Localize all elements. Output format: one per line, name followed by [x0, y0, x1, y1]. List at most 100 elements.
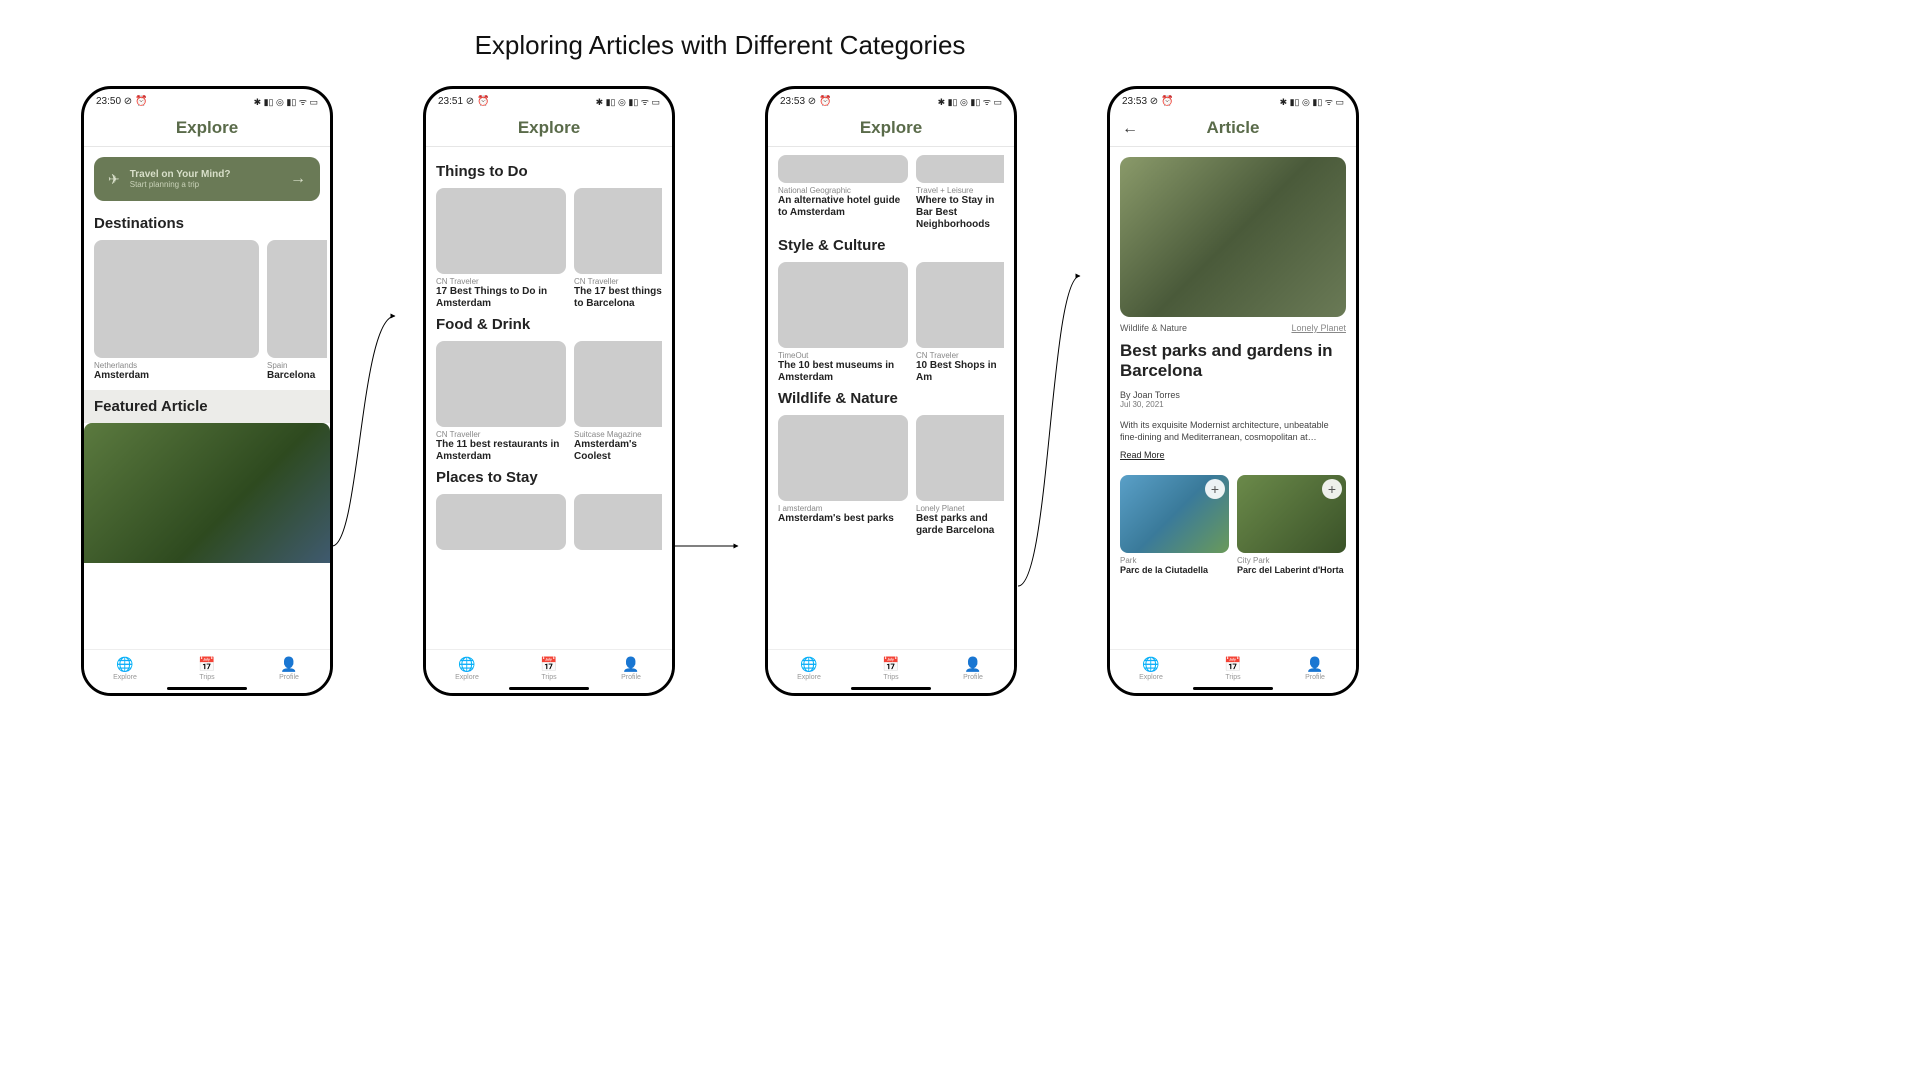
- calendar-icon: 📅: [166, 656, 248, 673]
- destination-card[interactable]: Netherlands Amsterdam: [94, 240, 259, 382]
- article-title: Amsterdam's best parks: [778, 513, 908, 525]
- article-image: [574, 188, 662, 274]
- destination-card[interactable]: Spain Barcelona: [267, 240, 327, 382]
- nav-profile[interactable]: 👤Profile: [590, 650, 672, 685]
- article-title: An alternative hotel guide to Amsterdam: [778, 195, 908, 219]
- article-source: CN Traveller: [574, 277, 662, 286]
- article-image: [436, 188, 566, 274]
- status-bar: 23:51 ⊘ ⏰ ✱ ▮▯ ◎ ▮▯ ᯤ ▭: [426, 89, 672, 112]
- phone-screen-1: 23:50 ⊘ ⏰ ✱ ▮▯ ◎ ▮▯ ᯤ ▭ Explore ✈ Travel…: [81, 86, 333, 696]
- article-card[interactable]: Lonely Planet Best parks and garde Barce…: [916, 415, 1004, 537]
- section-style-culture: Style & Culture: [778, 237, 1004, 254]
- nav-explore[interactable]: 🌐Explore: [1110, 650, 1192, 685]
- place-name: Parc del Laberint d'Horta: [1237, 565, 1346, 575]
- article-image: [574, 341, 662, 427]
- article-image: [778, 155, 908, 183]
- nav-trips[interactable]: 📅Trips: [508, 650, 590, 685]
- destination-country: Spain: [267, 361, 327, 370]
- globe-icon: 🌐: [84, 656, 166, 673]
- destination-image: [94, 240, 259, 358]
- section-food-drink: Food & Drink: [436, 316, 662, 333]
- article-source: Lonely Planet: [916, 504, 1004, 513]
- destination-city: Barcelona: [267, 370, 327, 382]
- header-title: Explore: [426, 118, 672, 138]
- section-featured: Featured Article: [94, 398, 320, 415]
- place-type: City Park: [1237, 556, 1346, 565]
- nav-profile[interactable]: 👤Profile: [932, 650, 1014, 685]
- section-things-to-do: Things to Do: [436, 163, 662, 180]
- place-type: Park: [1120, 556, 1229, 565]
- nav-explore[interactable]: 🌐Explore: [768, 650, 850, 685]
- article-title: Best parks and garde Barcelona: [916, 513, 1004, 537]
- article-card[interactable]: TimeOut The 10 best museums in Amsterdam: [778, 262, 908, 384]
- promo-title: Travel on Your Mind?: [130, 169, 280, 180]
- article-title: The 10 best museums in Amsterdam: [778, 360, 908, 384]
- article-card[interactable]: CN Traveler 17 Best Things to Do in Amst…: [436, 188, 566, 310]
- nav-profile[interactable]: 👤 Profile: [248, 650, 330, 685]
- article-source: CN Traveler: [436, 277, 566, 286]
- article-source-link[interactable]: Lonely Planet: [1291, 323, 1346, 333]
- nav-trips[interactable]: 📅 Trips: [166, 650, 248, 685]
- place-card[interactable]: + City Park Parc del Laberint d'Horta: [1237, 475, 1346, 575]
- home-indicator: [509, 687, 589, 690]
- article-image: [574, 494, 662, 550]
- phone-screen-3: 23:53 ⊘ ⏰ ✱ ▮▯ ◎ ▮▯ ᯤ ▭ Explore National…: [765, 86, 1017, 696]
- back-button[interactable]: ←: [1122, 120, 1138, 138]
- destination-image: [267, 240, 327, 358]
- article-card[interactable]: I amsterdam Amsterdam's best parks: [778, 415, 908, 537]
- bottom-nav: 🌐Explore 📅Trips 👤Profile: [768, 649, 1014, 693]
- header-title: Article: [1110, 118, 1356, 138]
- destination-country: Netherlands: [94, 361, 259, 370]
- article-card[interactable]: Travel + Leisure Where to Stay in Bar Be…: [916, 155, 1004, 231]
- app-header: Explore: [768, 112, 1014, 147]
- bottom-nav: 🌐Explore 📅Trips 👤Profile: [426, 649, 672, 693]
- article-image: [916, 155, 1004, 183]
- header-title: Explore: [84, 118, 330, 138]
- header-title: Explore: [768, 118, 1014, 138]
- phone-screen-2: 23:51 ⊘ ⏰ ✱ ▮▯ ◎ ▮▯ ᯤ ▭ Explore Things t…: [423, 86, 675, 696]
- status-bar: 23:53 ⊘ ⏰ ✱ ▮▯ ◎ ▮▯ ᯤ ▭: [1110, 89, 1356, 112]
- article-card[interactable]: CN Traveller The 17 best things to Barce…: [574, 188, 662, 310]
- promo-subtitle: Start planning a trip: [130, 180, 280, 189]
- place-card[interactable]: + Park Parc de la Ciutadella: [1120, 475, 1229, 575]
- nav-trips[interactable]: 📅Trips: [1192, 650, 1274, 685]
- article-title: The 17 best things to Barcelona: [574, 286, 662, 310]
- app-header: Explore: [426, 112, 672, 147]
- article-title: Amsterdam's Coolest: [574, 439, 662, 463]
- paper-plane-icon: ✈: [108, 171, 120, 188]
- home-indicator: [167, 687, 247, 690]
- article-card[interactable]: Suitcase Magazine Amsterdam's Coolest: [574, 341, 662, 463]
- article-source: I amsterdam: [778, 504, 908, 513]
- article-card[interactable]: National Geographic An alternative hotel…: [778, 155, 908, 231]
- nav-trips[interactable]: 📅Trips: [850, 650, 932, 685]
- bottom-nav: 🌐 Explore 📅 Trips 👤 Profile: [84, 649, 330, 693]
- article-source: Suitcase Magazine: [574, 430, 662, 439]
- promo-banner[interactable]: ✈ Travel on Your Mind? Start planning a …: [94, 157, 320, 201]
- app-header: ← Article: [1110, 112, 1356, 147]
- nav-explore[interactable]: 🌐 Explore: [84, 650, 166, 685]
- nav-profile[interactable]: 👤Profile: [1274, 650, 1356, 685]
- add-place-button[interactable]: +: [1322, 479, 1342, 499]
- add-place-button[interactable]: +: [1205, 479, 1225, 499]
- article-card[interactable]: [436, 494, 566, 550]
- read-more-link[interactable]: Read More: [1120, 450, 1165, 460]
- article-category: Wildlife & Nature: [1120, 323, 1187, 333]
- article-title: Where to Stay in Bar Best Neighborhoods: [916, 195, 1004, 231]
- article-image: [916, 415, 1004, 501]
- featured-article-image[interactable]: [84, 423, 330, 563]
- status-bar: 23:53 ⊘ ⏰ ✱ ▮▯ ◎ ▮▯ ᯤ ▭: [768, 89, 1014, 112]
- destination-city: Amsterdam: [94, 370, 259, 382]
- home-indicator: [1193, 687, 1273, 690]
- article-title: The 11 best restaurants in Amsterdam: [436, 439, 566, 463]
- article-card[interactable]: CN Traveler 10 Best Shops in Am: [916, 262, 1004, 384]
- article-card[interactable]: CN Traveller The 11 best restaurants in …: [436, 341, 566, 463]
- article-image: [778, 262, 908, 348]
- article-source: CN Traveller: [436, 430, 566, 439]
- article-title: 17 Best Things to Do in Amsterdam: [436, 286, 566, 310]
- article-image: [436, 341, 566, 427]
- phone-screen-4: 23:53 ⊘ ⏰ ✱ ▮▯ ◎ ▮▯ ᯤ ▭ ← Article Wildli…: [1107, 86, 1359, 696]
- article-card[interactable]: [574, 494, 662, 550]
- nav-explore[interactable]: 🌐Explore: [426, 650, 508, 685]
- article-title: Best parks and gardens in Barcelona: [1120, 341, 1346, 382]
- section-destinations: Destinations: [94, 215, 320, 232]
